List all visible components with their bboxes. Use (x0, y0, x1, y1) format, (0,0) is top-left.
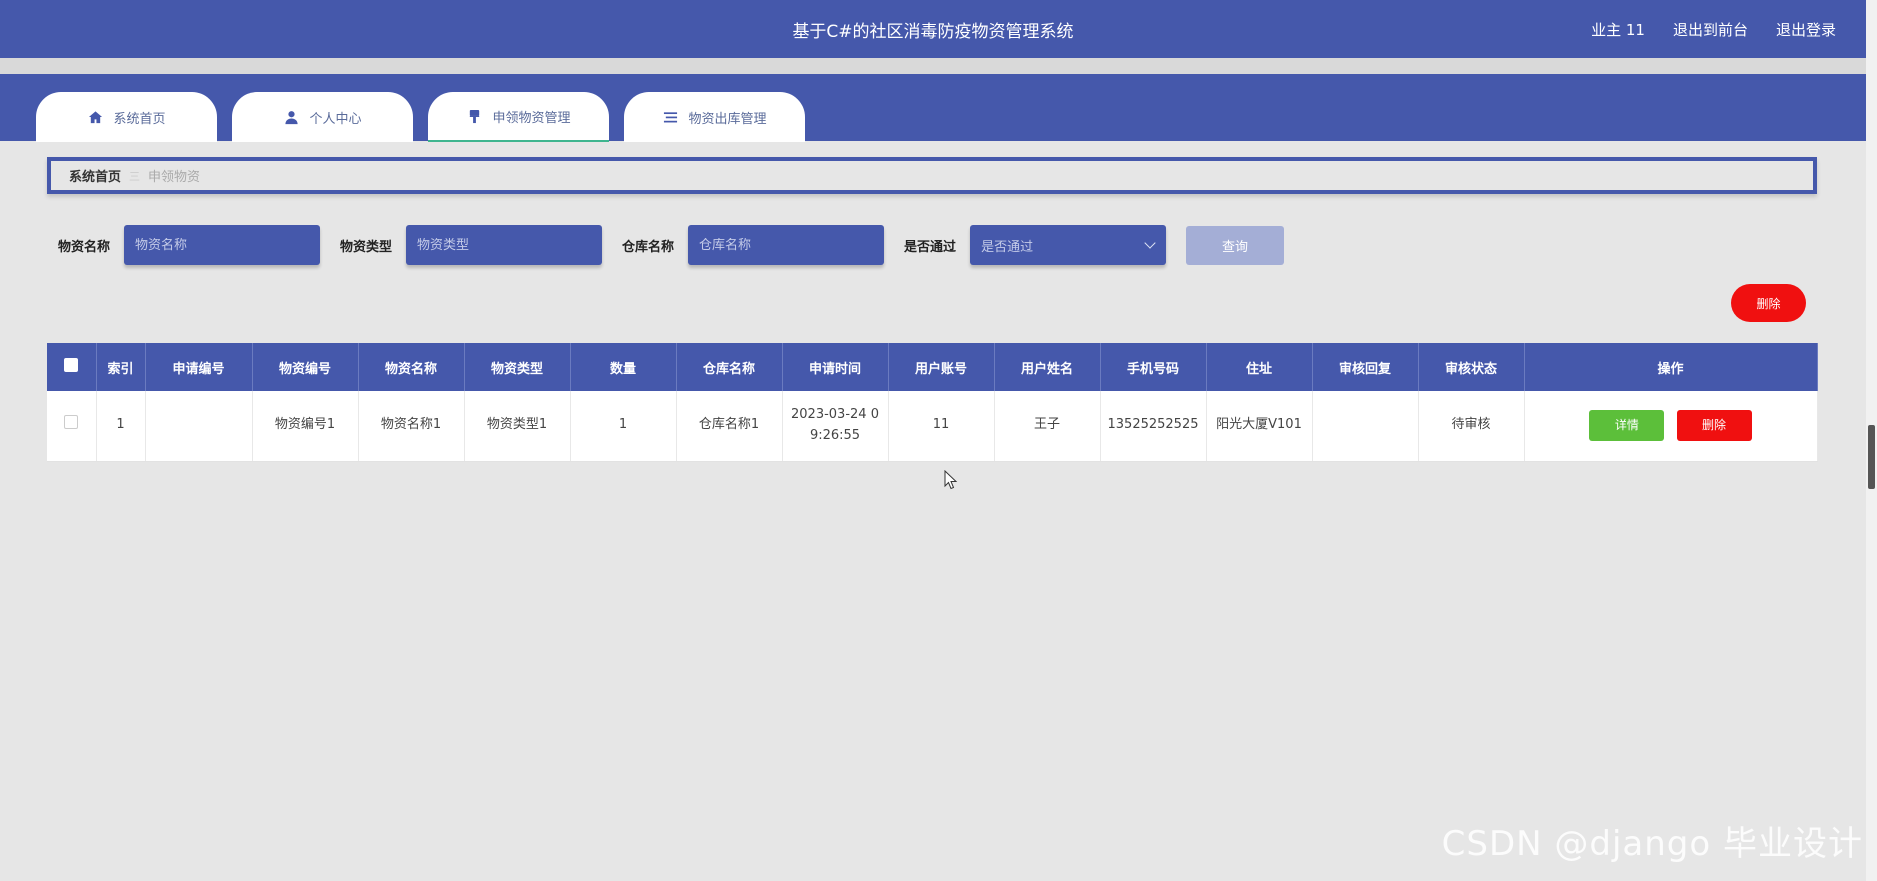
pass-select[interactable]: 是否通过 (970, 225, 1167, 265)
column-header: 用户姓名 (994, 343, 1101, 391)
column-header: 物资类型 (464, 343, 571, 391)
tab-apply-material[interactable]: 申领物资管理 (428, 92, 609, 142)
mouse-cursor-icon (944, 470, 958, 490)
breadcrumb: 系统首页 三 申领物资 (47, 157, 1817, 194)
nav-band: 系统首页 个人中心 申领物资管理 物资出库管理 (0, 74, 1866, 142)
detail-button[interactable]: 详情 (1589, 410, 1665, 442)
cell-item-no: 物资编号1 (252, 391, 359, 462)
breadcrumb-separator: 三 (129, 169, 141, 183)
pass-select-value: 是否通过 (981, 239, 1034, 255)
column-header: 操作 (1524, 343, 1818, 391)
tab-outbound-material[interactable]: 物资出库管理 (624, 92, 805, 142)
batch-delete-button[interactable]: 删除 (1731, 284, 1806, 322)
column-header: 索引 (96, 343, 146, 391)
brush-icon (466, 108, 482, 124)
user-icon (283, 109, 299, 125)
cell-time: 2023-03-24 09:26:55 (782, 391, 889, 462)
page-scrollbar[interactable] (1866, 0, 1877, 881)
header-links: 业主 11 退出到前台 退出登录 (1591, 19, 1836, 40)
logout-link[interactable]: 退出登录 (1776, 19, 1836, 40)
filter-pass: 是否通过 是否通过 (904, 225, 1167, 265)
column-header: 物资名称 (358, 343, 465, 391)
table-header-row: 索引 申请编号 物资编号 物资名称 物资类型 数量 仓库名称 申请时间 用户账号… (47, 343, 1818, 391)
warehouse-input[interactable] (699, 237, 870, 253)
delete-button[interactable]: 删除 (1676, 410, 1752, 442)
cell-name: 王子 (994, 391, 1101, 462)
select-all-cell (47, 343, 97, 391)
column-header: 审核回复 (1312, 343, 1419, 391)
material-name-label: 物资名称 (58, 239, 111, 255)
material-table: 索引 申请编号 物资编号 物资名称 物资类型 数量 仓库名称 申请时间 用户账号… (47, 343, 1818, 462)
column-header: 数量 (570, 343, 677, 391)
cell-actions: 详情 删除 (1524, 391, 1818, 462)
cell-qty: 1 (570, 391, 677, 462)
cell-address: 阳光大厦V101 (1206, 391, 1313, 462)
scrollbar-thumb[interactable] (1868, 425, 1875, 489)
cell-item-type: 物资类型1 (464, 391, 571, 462)
tab-home[interactable]: 系统首页 (36, 92, 217, 142)
material-type-input[interactable] (417, 237, 588, 253)
current-user: 业主 11 (1591, 21, 1645, 39)
warehouse-label: 仓库名称 (622, 239, 675, 255)
filter-material-name: 物资名称 (58, 225, 321, 265)
query-button[interactable]: 查询 (1186, 225, 1285, 265)
warehouse-field-wrap (688, 225, 885, 265)
pass-label: 是否通过 (904, 239, 957, 255)
watermark: CSDN @django 毕业设计 (1441, 824, 1863, 864)
list-icon (662, 109, 678, 125)
cell-status: 待审核 (1418, 391, 1525, 462)
cell-apply-no (145, 391, 253, 462)
tab-label: 个人中心 (309, 111, 362, 127)
row-checkbox[interactable] (64, 414, 79, 429)
breadcrumb-home[interactable]: 系统首页 (69, 166, 121, 185)
exit-to-front-link[interactable]: 退出到前台 (1673, 19, 1748, 40)
filter-material-type: 物资类型 (340, 225, 603, 265)
filter-warehouse: 仓库名称 (622, 225, 885, 265)
column-header: 审核状态 (1418, 343, 1525, 391)
row-select-cell (47, 391, 97, 462)
cell-item-name: 物资名称1 (358, 391, 465, 462)
table-row: 1 物资编号1 物资名称1 物资类型1 1 仓库名称1 2023-03-24 0… (47, 391, 1818, 462)
column-header: 用户账号 (888, 343, 995, 391)
column-header: 申请编号 (145, 343, 253, 391)
cell-index: 1 (96, 391, 146, 462)
cell-reply (1312, 391, 1419, 462)
header-gap (0, 58, 1866, 74)
material-name-field-wrap (124, 225, 321, 265)
cell-phone: 13525252525 (1100, 391, 1207, 462)
tab-label: 系统首页 (113, 111, 166, 127)
material-type-field-wrap (406, 225, 603, 265)
column-header: 申请时间 (782, 343, 889, 391)
column-header: 物资编号 (252, 343, 359, 391)
tab-personal-center[interactable]: 个人中心 (232, 92, 413, 142)
cell-account: 11 (888, 391, 995, 462)
breadcrumb-current: 申领物资 (148, 170, 201, 185)
search-filters: 物资名称 物资类型 仓库名称 是否通过 是否通过 查询 (58, 225, 1285, 265)
column-header: 仓库名称 (676, 343, 783, 391)
tab-label: 申领物资管理 (492, 110, 571, 126)
system-title: 基于C#的社区消毒防疫物资管理系统 (792, 22, 1074, 42)
select-all-checkbox[interactable] (64, 358, 79, 372)
chevron-down-icon (1144, 237, 1156, 249)
home-icon (87, 109, 103, 125)
tab-label: 物资出库管理 (688, 111, 767, 127)
column-header: 住址 (1206, 343, 1313, 391)
material-name-input[interactable] (135, 237, 306, 253)
top-header: 基于C#的社区消毒防疫物资管理系统 业主 11 退出到前台 退出登录 (0, 0, 1866, 58)
column-header: 手机号码 (1100, 343, 1207, 391)
material-type-label: 物资类型 (340, 239, 393, 255)
nav-tabs: 系统首页 个人中心 申领物资管理 物资出库管理 (36, 92, 805, 142)
cell-warehouse: 仓库名称1 (676, 391, 783, 462)
